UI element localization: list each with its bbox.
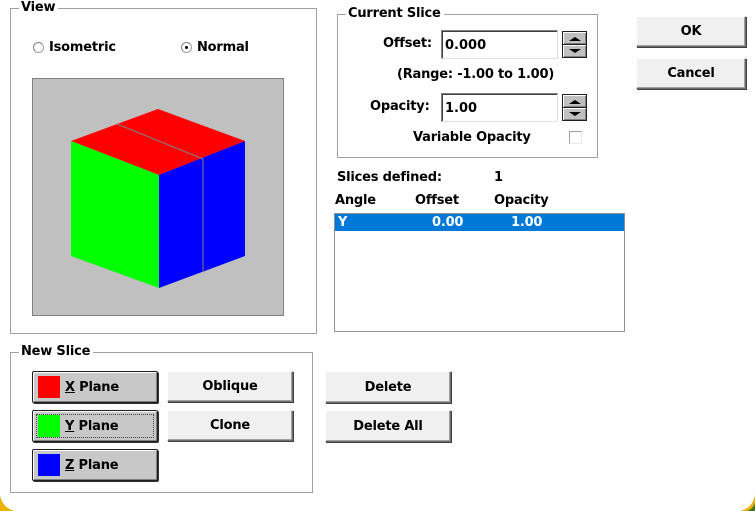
slice-row[interactable]: Y 0.00 1.00 xyxy=(335,214,624,231)
delete-button[interactable]: Delete xyxy=(325,371,451,403)
offset-range-text: (Range: -1.00 to 1.00) xyxy=(397,67,555,82)
offset-spin-up[interactable] xyxy=(562,31,587,45)
x-plane-button[interactable]: X Plane xyxy=(32,371,158,403)
clone-button-label: Clone xyxy=(210,418,250,433)
offset-label: Offset: xyxy=(383,36,432,51)
offset-input[interactable] xyxy=(441,30,558,59)
slices-defined-label: Slices defined: xyxy=(337,170,442,185)
variable-opacity-label: Variable Opacity xyxy=(413,130,531,145)
view-group-title: View xyxy=(19,0,59,16)
x-plane-button-label: X Plane xyxy=(65,379,119,395)
y-plane-color-swatch xyxy=(38,415,60,437)
cube-preview-canvas xyxy=(71,109,245,288)
oblique-button[interactable]: Oblique xyxy=(167,371,293,402)
arrow-up-icon xyxy=(568,35,581,41)
slice-row-opacity: 1.00 xyxy=(511,215,543,230)
delete-all-button[interactable]: Delete All xyxy=(325,410,451,442)
normal-radio[interactable]: Normal xyxy=(181,40,249,55)
y-plane-button-label: Y Plane xyxy=(65,418,119,434)
z-plane-button[interactable]: Z Plane xyxy=(32,449,158,481)
slices-defined-count: 1 xyxy=(494,170,503,185)
new-slice-title: New Slice xyxy=(19,344,94,360)
oblique-button-label: Oblique xyxy=(202,379,258,394)
normal-radio-indicator[interactable] xyxy=(181,42,192,53)
variable-opacity-checkbox[interactable] xyxy=(569,131,582,144)
z-plane-button-label: Z Plane xyxy=(65,457,119,473)
delete-button-label: Delete xyxy=(364,379,412,395)
ok-button-label: OK xyxy=(680,24,702,39)
delete-all-button-label: Delete All xyxy=(353,418,423,434)
arrow-down-icon xyxy=(568,112,581,116)
x-plane-color-swatch xyxy=(38,376,60,398)
slices-listbox[interactable]: Y 0.00 1.00 xyxy=(334,213,625,332)
opacity-label: Opacity: xyxy=(370,99,430,114)
column-header-opacity: Opacity xyxy=(494,193,549,208)
window-corner-bottom-right xyxy=(741,495,755,511)
normal-radio-label: Normal xyxy=(197,40,249,55)
isometric-radio[interactable]: Isometric xyxy=(33,40,116,55)
opacity-spin-down[interactable] xyxy=(562,108,587,121)
y-plane-button[interactable]: Y Plane xyxy=(32,410,158,442)
offset-spin-down[interactable] xyxy=(562,45,587,58)
offset-spinner[interactable] xyxy=(562,31,587,58)
column-header-angle: Angle xyxy=(335,193,376,208)
arrow-down-icon xyxy=(568,49,581,53)
opacity-spinner[interactable] xyxy=(562,94,587,121)
slice-row-offset: 0.00 xyxy=(432,215,464,230)
opacity-spin-up[interactable] xyxy=(562,94,587,108)
isometric-radio-label: Isometric xyxy=(49,40,116,55)
window-corner-bottom-left xyxy=(0,495,14,511)
cancel-button-label: Cancel xyxy=(667,66,715,81)
arrow-up-icon xyxy=(568,98,581,104)
z-plane-color-swatch xyxy=(38,454,60,476)
cube-preview xyxy=(32,78,284,316)
isometric-radio-indicator[interactable] xyxy=(33,42,44,53)
cancel-button[interactable]: Cancel xyxy=(636,58,746,89)
slice-row-angle: Y xyxy=(338,215,348,230)
opacity-input[interactable] xyxy=(441,93,558,122)
ok-button[interactable]: OK xyxy=(636,16,746,47)
clone-button[interactable]: Clone xyxy=(167,410,293,441)
current-slice-title: Current Slice xyxy=(346,6,444,22)
column-header-offset: Offset xyxy=(415,193,459,208)
